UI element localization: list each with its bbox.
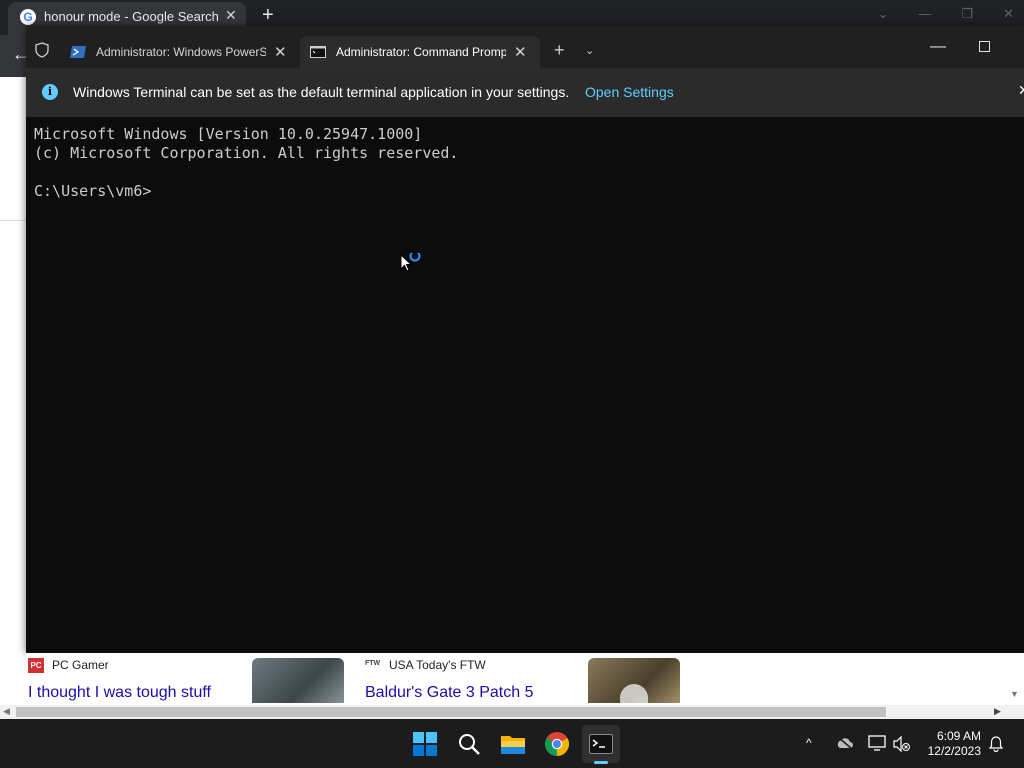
- folder-icon: [501, 736, 525, 754]
- clock-time: 6:09 AM: [936, 729, 981, 743]
- browser-close-icon[interactable]: ✕: [1003, 6, 1014, 22]
- notification-bell-icon[interactable]: [988, 736, 1004, 752]
- network-icon[interactable]: [868, 735, 886, 751]
- windows-logo-icon: [413, 732, 437, 756]
- tab-close-icon[interactable]: ✕: [514, 43, 527, 61]
- scroll-left-icon[interactable]: ◀: [3, 706, 10, 717]
- tab-close-icon[interactable]: ✕: [274, 43, 287, 61]
- powershell-icon: [70, 46, 86, 58]
- scroll-right-icon[interactable]: ▶: [994, 706, 1001, 717]
- tab-label: Administrator: Command Prompt: [336, 45, 506, 59]
- info-icon: i: [42, 84, 58, 100]
- result-title-link[interactable]: I thought I was tough stuff: [28, 684, 211, 702]
- scrollbar-thumb[interactable]: [16, 707, 886, 717]
- console-output[interactable]: Microsoft Windows [Version 10.0.25947.10…: [34, 125, 458, 201]
- search-button[interactable]: [454, 729, 484, 759]
- maximize-icon[interactable]: [979, 41, 990, 52]
- browser-tab-title: honour mode - Google Search: [44, 9, 219, 24]
- ftw-logo-icon: FTW: [365, 660, 381, 667]
- shield-icon: [35, 42, 49, 58]
- browser-minimize-icon[interactable]: —: [918, 6, 931, 22]
- clock-date: 12/2/2023: [927, 744, 981, 758]
- clock[interactable]: 6:09 AM 12/2/2023: [925, 729, 981, 759]
- browser-tab-close-icon[interactable]: ✕: [225, 7, 237, 24]
- onedrive-icon[interactable]: [836, 736, 854, 750]
- tab-label: Administrator: Windows PowerShell: [96, 45, 266, 59]
- terminal-app-icon[interactable]: [586, 729, 616, 759]
- tab-command-prompt[interactable]: Administrator: Command Prompt ✕: [300, 36, 540, 68]
- info-message: Windows Terminal can be set as the defau…: [73, 84, 570, 100]
- minimize-icon[interactable]: —: [930, 38, 946, 56]
- cmd-icon: [310, 46, 326, 58]
- active-app-indicator: [594, 761, 608, 764]
- terminal-window[interactable]: [26, 26, 1024, 653]
- show-hidden-icons-icon[interactable]: ^: [806, 736, 812, 750]
- file-explorer-button[interactable]: [498, 729, 528, 759]
- result-title-link[interactable]: Baldur's Gate 3 Patch 5: [365, 684, 533, 702]
- search-icon: [459, 734, 480, 755]
- browser-page-edge: [0, 77, 27, 717]
- pc-gamer-logo-icon: PC: [28, 658, 44, 673]
- close-icon[interactable]: ✕: [1018, 82, 1024, 99]
- google-favicon-icon: G: [20, 9, 36, 25]
- open-settings-link[interactable]: Open Settings: [585, 84, 674, 100]
- chrome-button[interactable]: [542, 729, 572, 759]
- terminal-icon: [589, 734, 613, 754]
- chrome-icon: [544, 732, 570, 756]
- tab-powershell[interactable]: Administrator: Windows PowerShell ✕: [60, 36, 294, 68]
- result-source: USA Today's FTW: [389, 658, 486, 672]
- play-icon: [620, 684, 648, 704]
- busy-cursor-icon: [400, 253, 421, 272]
- result-thumbnail[interactable]: [252, 658, 344, 703]
- chevron-down-icon[interactable]: ⌄: [585, 44, 594, 57]
- scroll-down-icon[interactable]: ▼: [1010, 689, 1019, 699]
- volume-muted-icon[interactable]: [893, 736, 911, 752]
- browser-restore-icon[interactable]: ❐: [961, 6, 973, 22]
- tab-search-icon[interactable]: ⌄: [878, 6, 889, 22]
- browser-new-tab-button[interactable]: +: [262, 4, 274, 27]
- result-source: PC Gamer: [52, 658, 109, 672]
- new-tab-button[interactable]: +: [554, 40, 565, 61]
- start-button[interactable]: [410, 729, 440, 759]
- divider: [0, 220, 26, 221]
- browser-window-controls: ⌄ — ❐ ✕: [878, 6, 1014, 22]
